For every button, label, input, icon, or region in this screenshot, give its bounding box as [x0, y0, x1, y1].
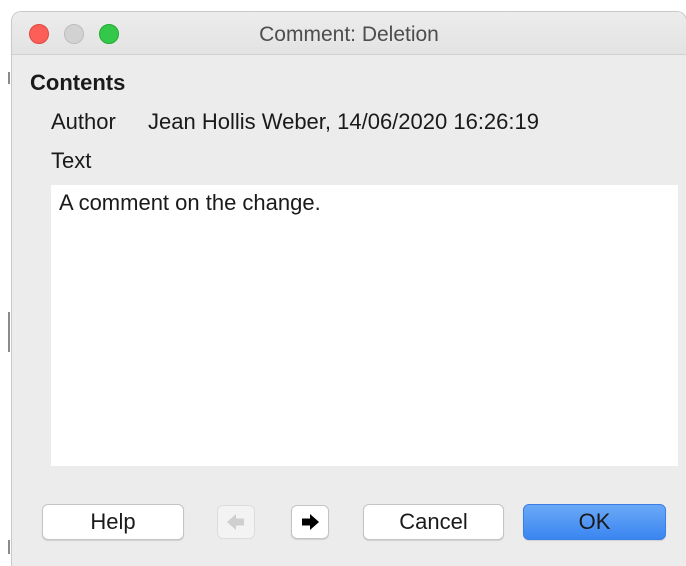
window-title: Comment: Deletion — [259, 23, 439, 46]
cancel-button[interactable]: Cancel — [363, 504, 504, 540]
text-label: Text — [51, 148, 92, 173]
background-window-mark — [8, 540, 10, 554]
comment-dialog: Comment: Deletion Contents Author Jean H… — [12, 12, 686, 566]
ok-button[interactable]: OK — [523, 504, 666, 540]
previous-button — [217, 505, 255, 539]
right-arrow-icon — [302, 514, 319, 530]
background-window-mark — [8, 312, 10, 352]
left-arrow-icon — [227, 514, 244, 530]
author-label: Author — [51, 109, 116, 134]
screen: Comment: Deletion Contents Author Jean H… — [0, 0, 686, 566]
background-window-edge — [0, 0, 12, 566]
title-bar[interactable]: Comment: Deletion — [12, 12, 686, 55]
background-window-mark — [8, 72, 10, 84]
next-button[interactable] — [291, 505, 329, 539]
author-value: Jean Hollis Weber, 14/06/2020 16:26:19 — [148, 109, 539, 134]
help-button[interactable]: Help — [42, 504, 184, 540]
contents-heading: Contents — [30, 70, 126, 95]
comment-text-area[interactable]: A comment on the change. — [51, 185, 678, 466]
